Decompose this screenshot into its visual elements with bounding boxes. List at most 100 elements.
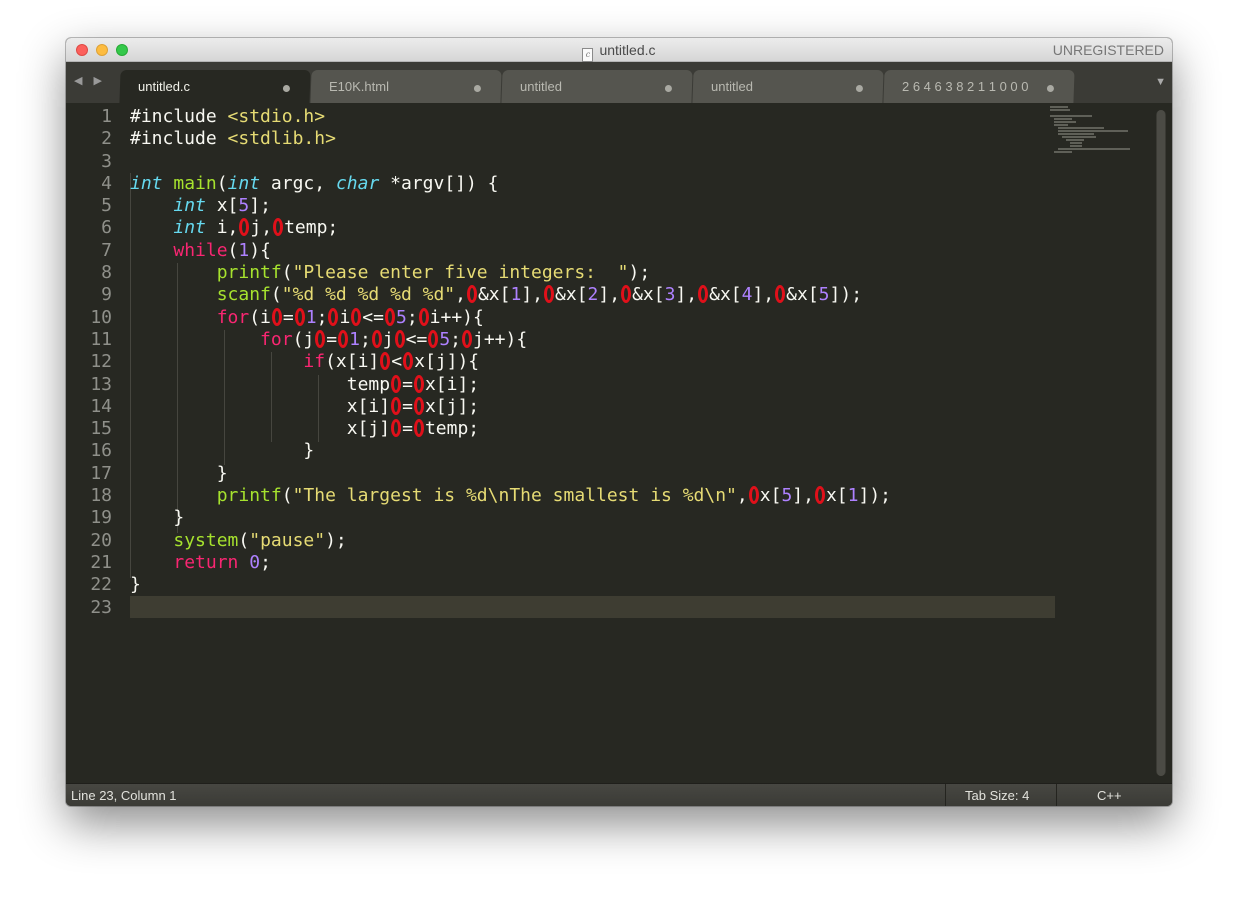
include-header: <stdio.h> <box>227 106 326 127</box>
tab-untitled-2[interactable]: untitled <box>692 70 884 103</box>
function-call: printf <box>216 262 282 284</box>
function-call: printf <box>216 485 282 507</box>
status-divider <box>945 784 946 806</box>
tab-label: untitled <box>711 79 753 94</box>
scrollbar-thumb[interactable] <box>1157 110 1165 776</box>
code-lines[interactable]: #include <stdio.h> #include <stdlib.h> i… <box>130 106 1036 619</box>
code-text: i, <box>205 217 239 239</box>
line-number: 17 <box>90 462 112 484</box>
code-text: x[i] <box>346 395 391 417</box>
string-literal: "%d %d %d %d %d" <box>281 284 456 306</box>
tab-size-selector[interactable]: Tab Size: 4 <box>965 788 1029 803</box>
code-text: argc, <box>260 172 336 194</box>
code-line-16: } <box>130 440 315 462</box>
red-circle-annotation <box>413 396 424 415</box>
keyword: if <box>303 351 326 373</box>
string-literal: "The largest is %d\nThe smallest is %d\n… <box>292 485 737 507</box>
red-circle-annotation <box>698 285 709 304</box>
type-keyword: int <box>130 172 163 194</box>
minimap[interactable] <box>1050 106 1140 161</box>
line-number: 2 <box>101 128 112 150</box>
keyword: for <box>260 328 293 350</box>
red-circle-annotation <box>380 352 391 371</box>
tab-label: untitled.c <box>138 79 191 94</box>
code-line-21: return 0; <box>173 551 271 573</box>
code-line-2: #include <stdlib.h> <box>130 128 1036 150</box>
red-circle-annotation <box>621 285 632 304</box>
c-file-icon: c <box>582 48 594 62</box>
unregistered-label: UNREGISTERED <box>1052 42 1164 58</box>
keyword: while <box>173 239 228 261</box>
line-number: 9 <box>101 284 112 306</box>
code-text: ]; <box>249 195 271 217</box>
function-call: scanf <box>216 284 271 306</box>
code-line-15: x[j] = temp; <box>346 418 480 440</box>
line-number: 3 <box>101 150 112 172</box>
preprocessor-directive: #include <box>130 106 217 127</box>
red-circle-annotation <box>351 307 362 326</box>
red-circle-annotation <box>413 419 424 438</box>
code-line-13: temp = x[i]; <box>346 373 480 395</box>
number-literal: 0 <box>249 551 261 573</box>
line-number: 4 <box>101 172 112 194</box>
code-line-19: } <box>130 507 185 529</box>
tab-e10k-html[interactable]: E10K.html <box>310 70 502 103</box>
type-keyword: int <box>227 172 261 194</box>
editor-window: c untitled.c UNREGISTERED ◀ ▶ untitled.c … <box>66 38 1172 806</box>
red-circle-annotation <box>428 329 439 348</box>
code-line-11: for(j = 1; j <= 5; j++){ <box>260 328 528 350</box>
unsaved-dot-icon[interactable] <box>473 85 481 92</box>
string-literal: "pause" <box>249 529 326 551</box>
line-number: 12 <box>90 351 112 373</box>
function-name: main <box>173 172 217 194</box>
code-line-12: if(x[i] < x[j]){ <box>303 351 480 373</box>
tab-numbers[interactable]: 2 6 4 6 3 8 2 1 1 0 0 0 <box>883 70 1075 103</box>
line-number: 8 <box>101 262 112 284</box>
red-circle-annotation <box>391 419 402 438</box>
code-line-7: while(1){ <box>173 239 271 261</box>
red-circle-annotation <box>466 285 477 304</box>
title-bar: c untitled.c UNREGISTERED <box>66 38 1172 62</box>
status-divider <box>1056 784 1057 806</box>
code-line-20: system("pause"); <box>173 529 347 551</box>
code-editor[interactable]: 1 2 3 4 5 6 7 8 9 10 11 12 13 14 15 16 1… <box>66 103 1156 783</box>
tab-overflow-icon[interactable]: ▼ <box>1155 76 1166 88</box>
line-number: 11 <box>90 328 112 350</box>
unsaved-dot-icon[interactable] <box>855 85 863 92</box>
unsaved-dot-icon[interactable] <box>1046 85 1054 92</box>
include-header: <stdlib.h> <box>227 128 336 150</box>
line-number: 18 <box>90 485 112 507</box>
line-number: 23 <box>90 596 112 618</box>
tab-untitled-1[interactable]: untitled <box>501 70 693 103</box>
red-circle-annotation <box>384 307 395 326</box>
status-bar: Line 23, Column 1 Tab Size: 4 C++ <box>66 783 1172 806</box>
tab-nav-arrows-icon[interactable]: ◀ ▶ <box>74 74 106 87</box>
red-circle-annotation <box>271 307 282 326</box>
unsaved-dot-icon[interactable] <box>282 85 290 92</box>
tab-label: E10K.html <box>329 79 389 94</box>
unsaved-dot-icon[interactable] <box>664 85 672 92</box>
tab-label: 2 6 4 6 3 8 2 1 1 0 0 0 <box>902 79 1029 94</box>
line-number: 5 <box>101 195 112 217</box>
tab-untitled-c[interactable]: untitled.c <box>119 70 311 103</box>
line-number-gutter: 1 2 3 4 5 6 7 8 9 10 11 12 13 14 15 16 1… <box>66 106 112 619</box>
type-keyword: int <box>173 195 206 217</box>
tab-label: untitled <box>520 79 562 94</box>
code-text: temp; <box>284 217 339 239</box>
code-text: x[j] <box>346 418 391 440</box>
red-circle-annotation <box>294 307 305 326</box>
cursor-position: Line 23, Column 1 <box>71 788 177 803</box>
red-circle-annotation <box>403 352 414 371</box>
line-number: 6 <box>101 217 112 239</box>
line-number: 1 <box>101 106 112 127</box>
code-line-4: int main(int argc, char *argv[]) { <box>130 172 499 194</box>
red-circle-annotation <box>338 329 349 348</box>
syntax-selector[interactable]: C++ <box>1097 788 1122 803</box>
red-circle-annotation <box>544 285 555 304</box>
red-circle-annotation <box>391 374 402 393</box>
window-title-text: untitled.c <box>599 42 656 58</box>
code-line-10: for(i = 1; i <= 5; i++){ <box>216 306 484 328</box>
red-circle-annotation <box>328 307 339 326</box>
line-number: 19 <box>90 507 112 529</box>
line-number: 20 <box>90 529 112 551</box>
